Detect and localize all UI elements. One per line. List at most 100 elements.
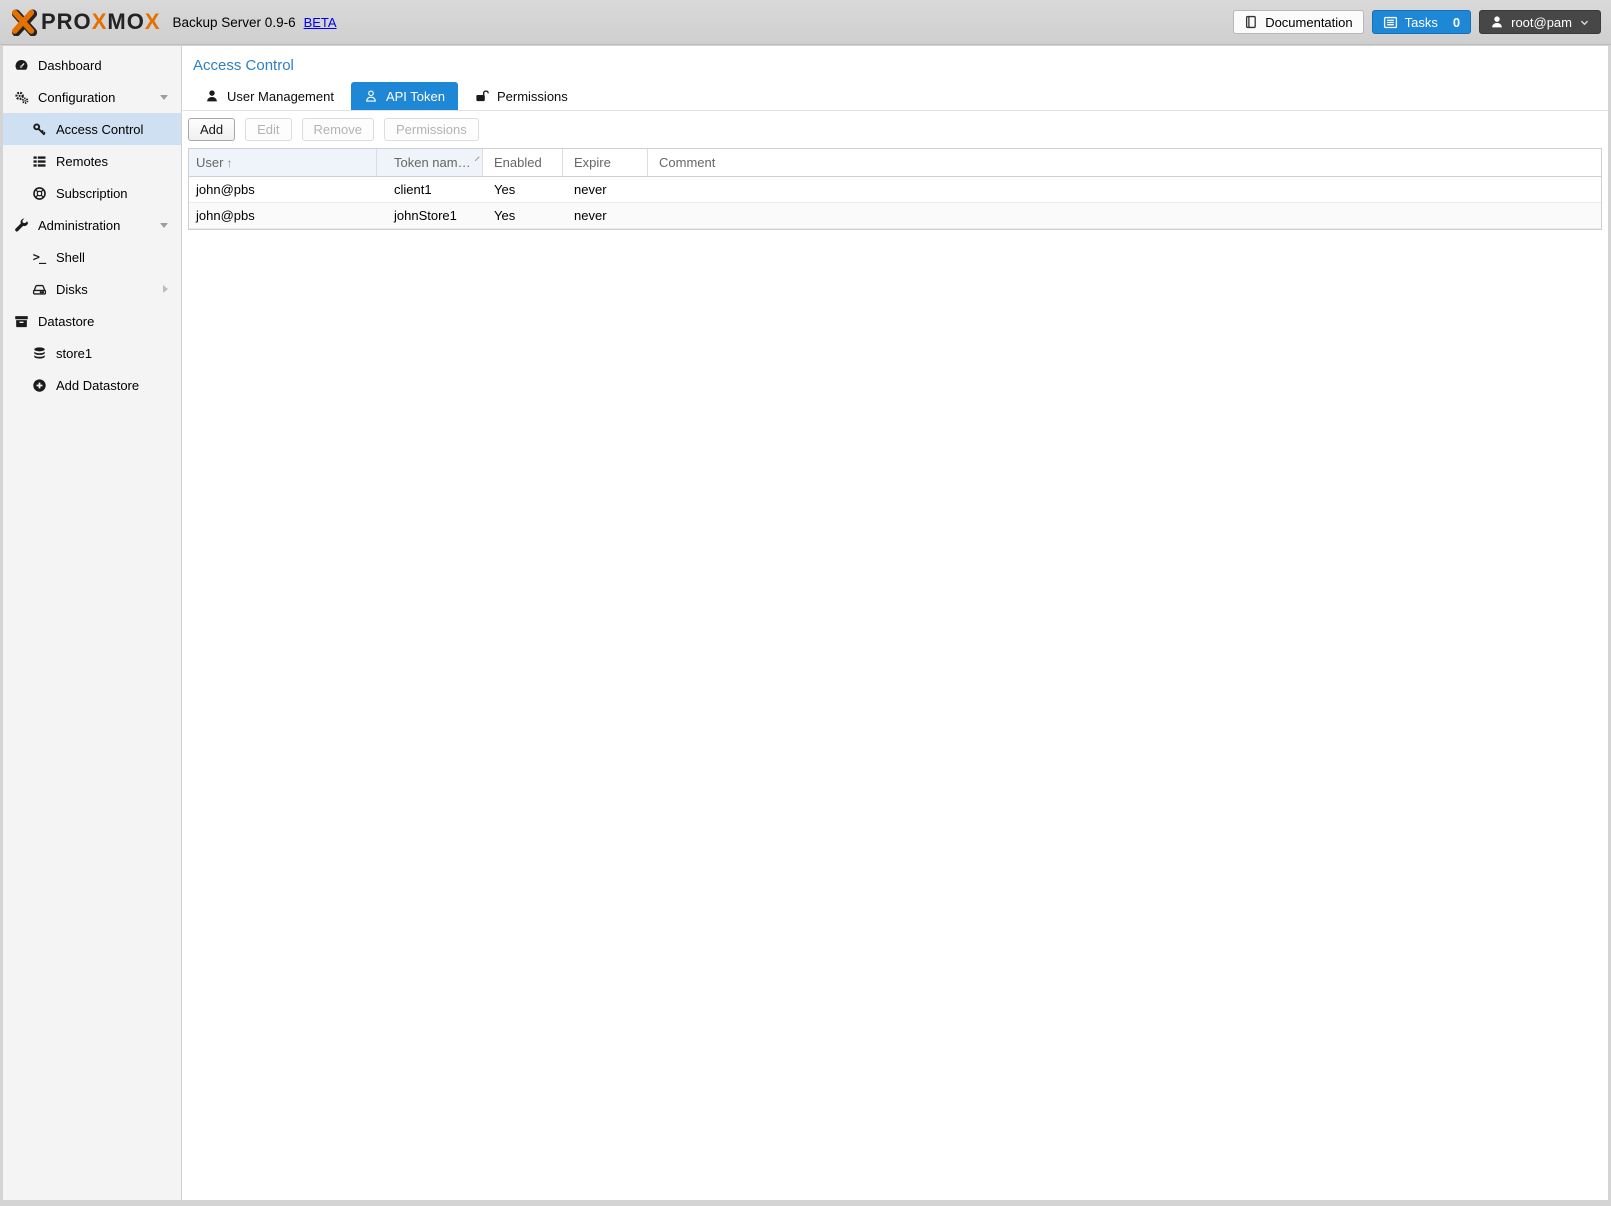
app-header: PROXMOX Backup Server 0.9-6 BETA Documen…: [0, 0, 1611, 45]
task-list-icon: [1383, 15, 1398, 30]
tasks-button[interactable]: Tasks 0: [1372, 10, 1471, 34]
sidebar-item-label: store1: [56, 346, 92, 361]
sidebar-item-subscription[interactable]: Subscription: [3, 177, 181, 209]
sidebar-item-dashboard[interactable]: Dashboard: [3, 49, 181, 81]
archive-icon: [13, 314, 29, 329]
remove-button[interactable]: Remove: [302, 118, 374, 141]
page-title: Access Control: [182, 46, 1608, 74]
key-icon: [31, 122, 47, 137]
permissions-button[interactable]: Permissions: [384, 118, 479, 141]
product-name: Backup Server 0.9-6: [173, 15, 296, 30]
column-header-enabled[interactable]: Enabled: [483, 149, 563, 176]
plus-circle-icon: [31, 378, 47, 393]
database-icon: [31, 346, 47, 361]
column-label: Expire: [574, 155, 611, 170]
sidebar-item-label: Remotes: [56, 154, 108, 169]
sidebar-item-access-control[interactable]: Access Control: [3, 113, 181, 145]
column-label: Comment: [659, 155, 715, 170]
logo-seg-orange2: X: [145, 9, 161, 34]
logo-seg-orange1: X: [92, 9, 108, 34]
beta-link[interactable]: BETA: [304, 15, 337, 30]
logo-seg-dark1: PRO: [41, 9, 92, 34]
sidebar-item-label: Add Datastore: [56, 378, 139, 393]
header-actions: Documentation Tasks 0 root@pam: [1233, 10, 1601, 34]
add-button[interactable]: Add: [188, 118, 235, 141]
list-icon: [31, 154, 47, 169]
sort-secondary-icon: [474, 155, 481, 162]
cogs-icon: [13, 90, 29, 105]
sidebar-item-shell[interactable]: >_ Shell: [3, 241, 181, 273]
sidebar-item-label: Dashboard: [38, 58, 102, 73]
cell-enabled: Yes: [483, 203, 563, 228]
user-icon: [1490, 15, 1504, 29]
sidebar-item-disks[interactable]: Disks: [3, 273, 181, 305]
tab-api-token[interactable]: API Token: [351, 82, 458, 110]
sidebar-item-label: Administration: [38, 218, 120, 233]
book-icon: [1244, 15, 1258, 29]
cell-token-name: johnStore1: [377, 203, 483, 228]
cell-enabled: Yes: [483, 177, 563, 202]
tab-label: User Management: [227, 89, 334, 104]
life-ring-icon: [31, 186, 47, 201]
cell-token-name: client1: [377, 177, 483, 202]
sidebar-item-label: Access Control: [56, 122, 143, 137]
sidebar-item-store1[interactable]: store1: [3, 337, 181, 369]
sidebar-item-label: Disks: [56, 282, 88, 297]
proxmox-logo: PROXMOX: [10, 9, 161, 36]
sidebar-item-remotes[interactable]: Remotes: [3, 145, 181, 177]
cell-expire: never: [563, 203, 648, 228]
sidebar-item-label: Datastore: [38, 314, 94, 329]
tab-user-management[interactable]: User Management: [192, 82, 347, 110]
user-menu-button[interactable]: root@pam: [1479, 10, 1601, 34]
edit-button[interactable]: Edit: [245, 118, 291, 141]
sidebar-item-add-datastore[interactable]: Add Datastore: [3, 369, 181, 401]
tab-label: Permissions: [497, 89, 568, 104]
documentation-button[interactable]: Documentation: [1233, 10, 1363, 34]
tab-label: API Token: [386, 89, 445, 104]
column-header-token-name[interactable]: Token nam…: [377, 149, 483, 176]
content-panel: Access Control User Management: [182, 46, 1608, 1200]
sidebar-nav: Dashboard Configuration Acces: [3, 46, 182, 1200]
cell-comment: [648, 177, 1601, 202]
column-header-user[interactable]: User ↑: [189, 149, 377, 176]
cell-user: john@pbs: [189, 203, 377, 228]
main-area: Dashboard Configuration Acces: [3, 46, 1608, 1200]
sidebar-item-label: Configuration: [38, 90, 115, 105]
cell-comment: [648, 203, 1601, 228]
column-label: User: [196, 155, 223, 170]
tasks-count-badge: 0: [1453, 15, 1460, 30]
terminal-icon: >_: [31, 250, 47, 264]
column-header-expire[interactable]: Expire: [563, 149, 648, 176]
table-row[interactable]: john@pbs client1 Yes never: [189, 177, 1601, 203]
documentation-label: Documentation: [1265, 15, 1352, 30]
sidebar-item-configuration[interactable]: Configuration: [3, 81, 181, 113]
expand-arrow-icon[interactable]: [163, 285, 168, 293]
cell-expire: never: [563, 177, 648, 202]
user-menu-label: root@pam: [1511, 15, 1572, 30]
table-header-row: User ↑ Token nam… Enabled Expire Comment: [189, 149, 1601, 177]
sidebar-item-administration[interactable]: Administration: [3, 209, 181, 241]
user-outline-icon: [364, 89, 378, 103]
sidebar-item-datastore[interactable]: Datastore: [3, 305, 181, 337]
cell-user: john@pbs: [189, 177, 377, 202]
tachometer-icon: [13, 58, 29, 73]
sidebar-item-label: Shell: [56, 250, 85, 265]
chevron-down-icon: [1579, 17, 1590, 28]
hdd-icon: [31, 282, 47, 297]
table-row[interactable]: john@pbs johnStore1 Yes never: [189, 203, 1601, 229]
collapse-arrow-icon[interactable]: [160, 223, 168, 228]
logo-seg-dark2: MO: [107, 9, 144, 34]
grid-toolbar: Add Edit Remove Permissions: [182, 111, 1608, 148]
user-solid-icon: [205, 89, 219, 103]
api-token-table: User ↑ Token nam… Enabled Expire Comment: [188, 148, 1602, 230]
column-label: Token nam…: [394, 155, 471, 170]
tab-permissions[interactable]: Permissions: [462, 82, 581, 110]
tasks-label: Tasks: [1405, 15, 1438, 30]
wrench-icon: [13, 218, 29, 233]
tab-bar: User Management API Token: [182, 74, 1608, 111]
logo-wordmark: PROXMOX: [41, 9, 161, 35]
column-header-comment[interactable]: Comment: [648, 149, 1601, 176]
column-label: Enabled: [494, 155, 542, 170]
proxmox-x-mark-icon: [10, 9, 37, 36]
collapse-arrow-icon[interactable]: [160, 95, 168, 100]
